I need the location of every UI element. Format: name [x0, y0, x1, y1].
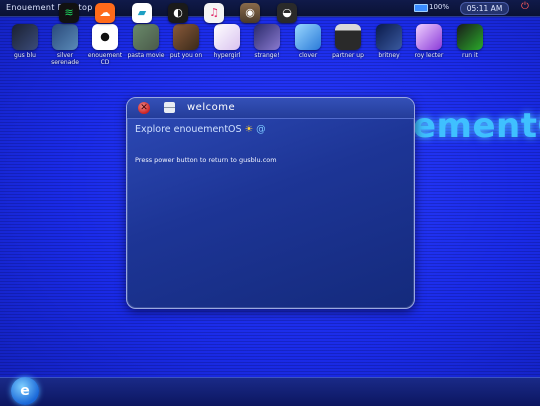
power-button[interactable]: ⏻	[519, 1, 531, 13]
app-label: clover	[298, 52, 318, 59]
battery-icon	[414, 4, 428, 12]
window-title: welcome	[187, 102, 236, 113]
app-icon	[295, 24, 321, 50]
app-britney[interactable]: britney	[370, 24, 408, 59]
cd-icon	[92, 24, 118, 50]
app-icon	[416, 24, 442, 50]
app-label: britney	[378, 52, 400, 59]
app-icon	[214, 24, 240, 50]
photo-app-icon[interactable]: ◒	[277, 3, 297, 23]
swirl-icon: @	[256, 124, 266, 135]
app-gus-blu[interactable]: gus blu	[6, 24, 44, 59]
instagram-icon[interactable]: ◉	[240, 3, 260, 23]
app-label: gus blu	[14, 52, 36, 59]
app-label: pasta movie	[127, 52, 165, 59]
app-icon	[173, 24, 199, 50]
app-label: hypergirl	[213, 52, 241, 59]
music-icon[interactable]: ♫	[204, 3, 224, 23]
app-enouement-cd[interactable]: enouement CD	[86, 24, 124, 66]
window-heading: Explore enouementOS ☀ @	[135, 124, 266, 135]
app-icon	[457, 24, 483, 50]
app-strange[interactable]: strange!	[248, 24, 286, 59]
window-body-text: Press power button to return to gusblu.c…	[135, 156, 277, 164]
app-label: enouement CD	[87, 52, 123, 66]
bandcamp-icon[interactable]: ▰	[132, 3, 152, 23]
close-button[interactable]: ✕	[138, 102, 150, 114]
app-label: partner up	[332, 52, 364, 59]
app-pasta-movie[interactable]: pasta movie	[127, 24, 165, 59]
dark-app-icon[interactable]: ◐	[168, 3, 188, 23]
welcome-window: ✕ welcome Explore enouementOS ☀ @ Press …	[126, 97, 415, 309]
home-button[interactable]: e	[11, 377, 39, 405]
app-label: roy lecter	[414, 52, 444, 59]
app-clover[interactable]: clover	[289, 24, 327, 59]
app-partner-up[interactable]: partner up	[329, 24, 367, 59]
app-icon	[335, 24, 361, 50]
window-titlebar[interactable]: ✕ welcome	[127, 98, 414, 119]
app-label: run it	[462, 52, 478, 59]
soundcloud-icon[interactable]: ☁	[95, 3, 115, 23]
app-label: put you on	[169, 52, 203, 59]
heading-text: Explore enouementOS	[135, 124, 242, 135]
app-silver-serenade[interactable]: silver serenade	[46, 24, 84, 66]
app-icon	[52, 24, 78, 50]
desktop-title: Enouement Desktop	[6, 3, 93, 12]
app-icon	[133, 24, 159, 50]
app-icon	[12, 24, 38, 50]
app-icon	[254, 24, 280, 50]
battery-percent: 100%	[429, 3, 450, 11]
app-roy-lecter[interactable]: roy lecter	[410, 24, 448, 59]
app-label: strange!	[254, 52, 280, 59]
background-text: ementC	[413, 106, 540, 146]
minimize-button[interactable]	[164, 102, 175, 113]
app-put-you-on[interactable]: put you on	[167, 24, 205, 59]
app-icon	[376, 24, 402, 50]
clock: 05:11 AM	[460, 2, 509, 15]
sun-icon: ☀	[244, 124, 254, 135]
spotify-icon[interactable]: ≋	[59, 3, 79, 23]
app-label: silver serenade	[51, 52, 79, 66]
dock	[0, 377, 540, 406]
top-menu-bar: Enouement Desktop 100% 05:11 AM ⏻	[0, 0, 540, 17]
app-hypergirl[interactable]: hypergirl	[208, 24, 246, 59]
app-run-it[interactable]: run it	[451, 24, 489, 59]
